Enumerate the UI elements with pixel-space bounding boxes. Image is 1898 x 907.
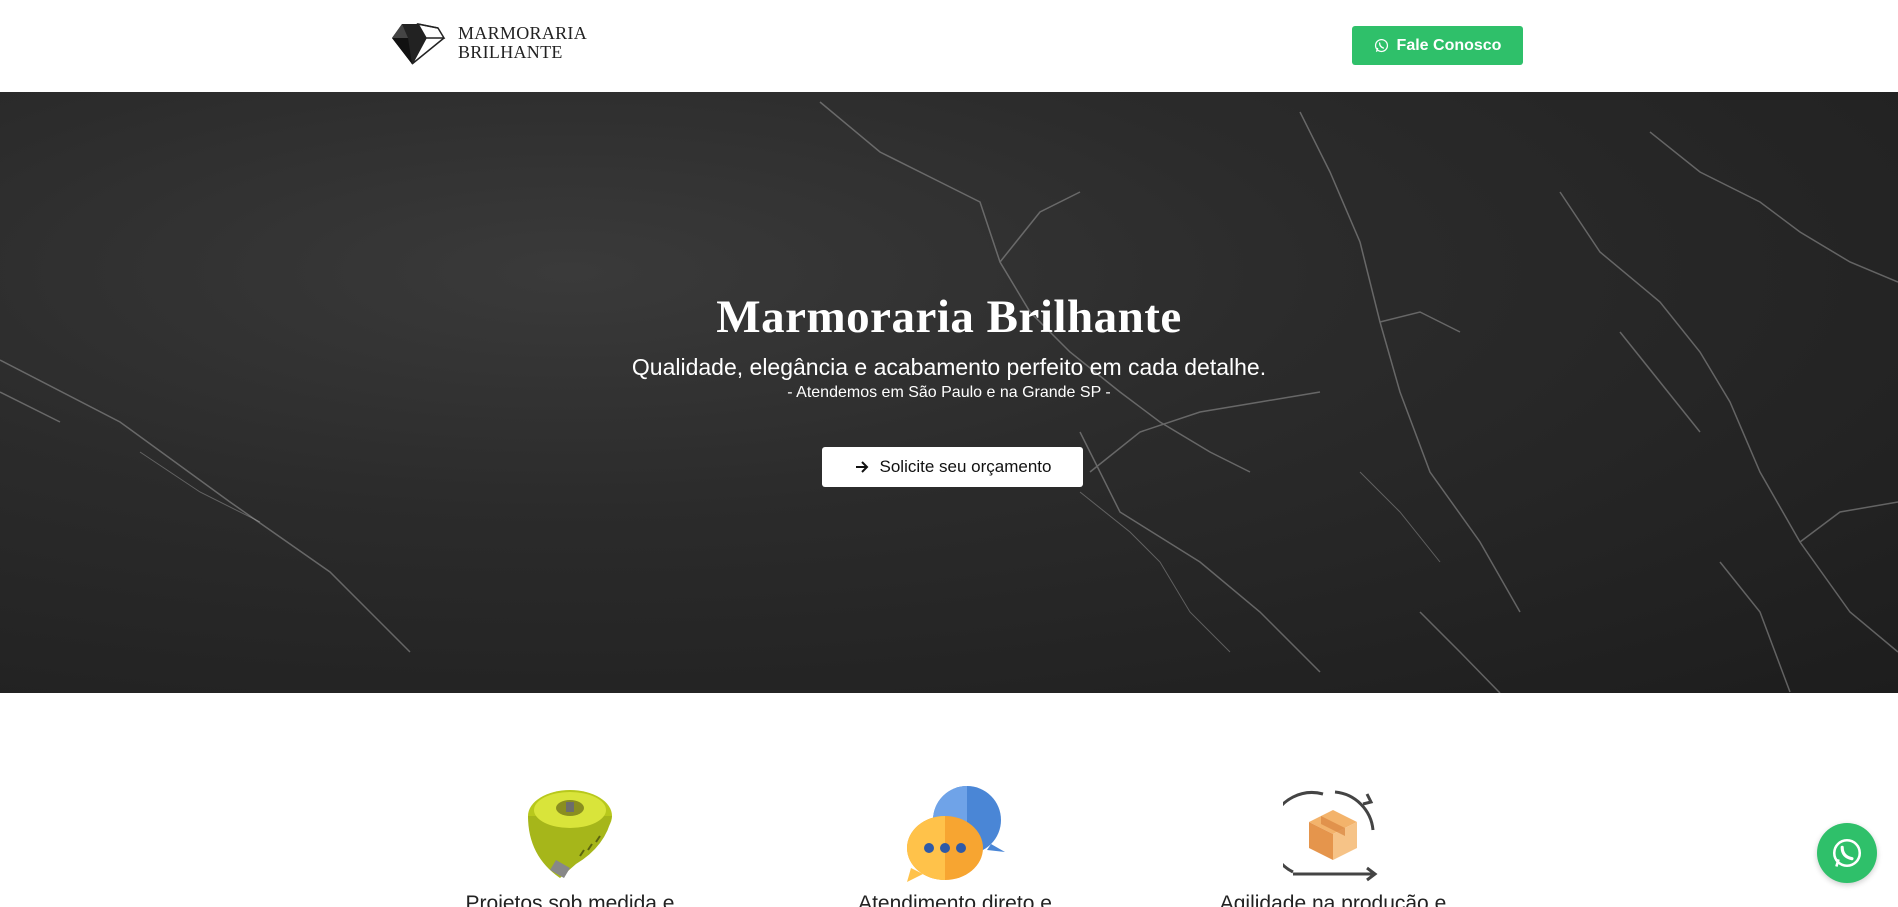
contact-button-label: Fale Conosco xyxy=(1396,36,1502,54)
request-quote-button[interactable]: Solicite seu orçamento xyxy=(822,447,1083,487)
feature-label: Atendimento direto e xyxy=(858,892,1052,907)
feature-label: Agilidade na produção e xyxy=(1219,892,1447,907)
chat-bubbles-icon xyxy=(907,786,1005,882)
brand-name: MARMORARIA BRILHANTE xyxy=(458,24,587,62)
whatsapp-float-button[interactable] xyxy=(1817,823,1877,883)
measuring-tape-icon xyxy=(528,790,612,878)
feature-custom-projects: Projetos sob medida e xyxy=(405,786,735,907)
box-cycle-icon xyxy=(1283,790,1378,882)
brand-line-2: BRILHANTE xyxy=(458,42,563,62)
hero-section: Marmoraria Brilhante Qualidade, elegânci… xyxy=(0,92,1898,693)
hero-service-area: - Atendemos em São Paulo e na Grande SP … xyxy=(787,384,1111,401)
brand-logo[interactable]: MARMORARIA BRILHANTE xyxy=(388,20,587,66)
site-header: MARMORARIA BRILHANTE Fale Conosco xyxy=(0,0,1898,92)
feature-label: Projetos sob medida e xyxy=(465,892,675,907)
diamond-icon xyxy=(392,22,446,65)
whatsapp-icon xyxy=(1832,838,1862,868)
arrow-right-icon xyxy=(855,461,868,473)
feature-fast-production: Agilidade na produção e xyxy=(1168,786,1498,907)
request-quote-label: Solicite seu orçamento xyxy=(879,457,1052,476)
hero-subtitle: Qualidade, elegância e acabamento perfei… xyxy=(631,354,1267,380)
brand-line-1: MARMORARIA xyxy=(458,23,588,43)
contact-button[interactable]: Fale Conosco xyxy=(1352,26,1523,65)
whatsapp-icon xyxy=(1374,38,1388,53)
hero-title: Marmoraria Brilhante xyxy=(716,291,1182,343)
feature-direct-service: Atendimento direto e xyxy=(790,786,1120,907)
